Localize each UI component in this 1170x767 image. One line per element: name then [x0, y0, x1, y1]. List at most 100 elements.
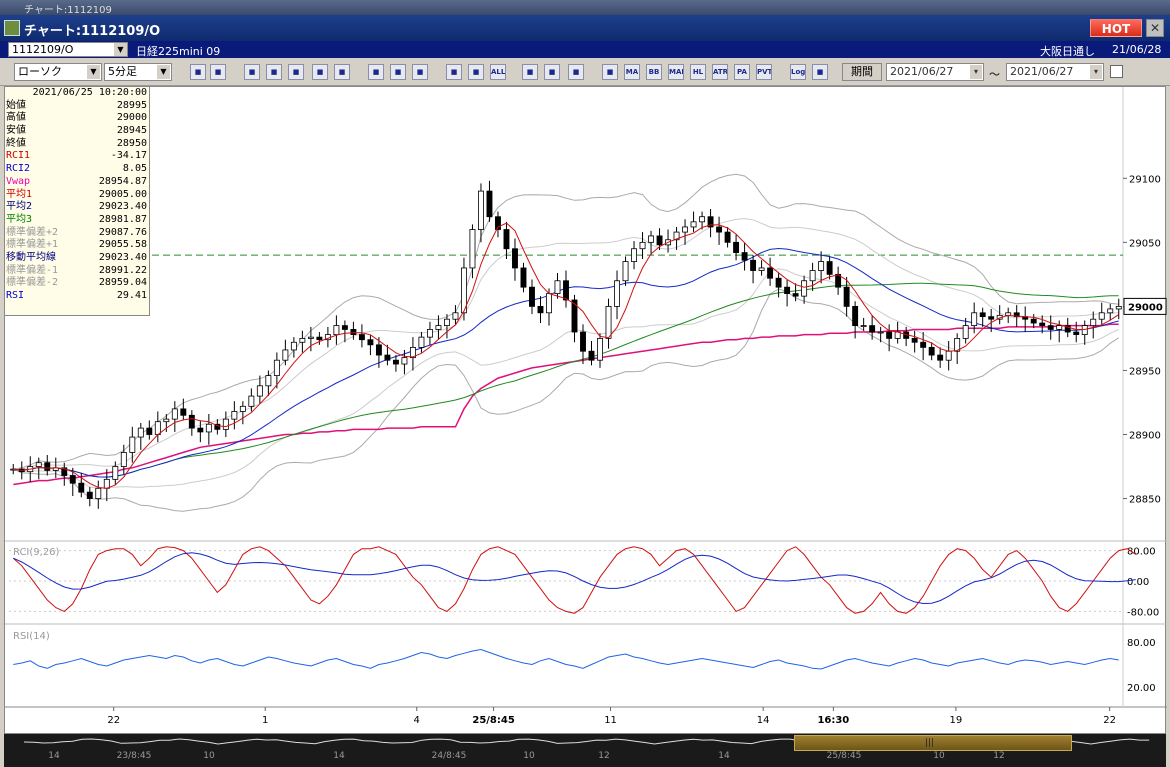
all-icon[interactable]: ALL [490, 64, 506, 80]
session-date: 21/06/28 [1112, 43, 1162, 56]
candle [988, 316, 995, 320]
symbol-name: 日経225mini 09 [136, 45, 221, 58]
x-tick-label: 25/8:45 [472, 715, 514, 726]
candle [886, 331, 893, 339]
candle [724, 231, 731, 243]
wrench-icon[interactable]: ■ [544, 64, 560, 80]
data-row-value: 29023.40 [98, 201, 147, 213]
rci-label: RCI(9,26) [13, 547, 60, 558]
atr-icon[interactable]: ATR [712, 64, 728, 80]
candle [869, 325, 876, 333]
data-row-label: 安値 [6, 125, 26, 137]
symbol-code: 1112109/O [12, 43, 74, 56]
data-row-value: 28959.04 [98, 277, 147, 289]
period-button[interactable]: 期間 [842, 63, 882, 81]
chart-type-select[interactable]: ローソク ▼ [14, 63, 102, 81]
bb-icon[interactable]: BB [646, 64, 662, 80]
navigation-scrollbar[interactable]: 14 23/8:45 10 14 24/8:45 10 12 14 25/8:45 10 12 ||… [4, 734, 1166, 767]
chevron-down-icon[interactable]: ▼ [114, 43, 127, 56]
pencil-icon[interactable]: ■ [368, 64, 384, 80]
price-tick-label: 28850 [1129, 495, 1161, 506]
candle [290, 341, 297, 351]
candle [469, 229, 476, 269]
hot-button[interactable]: HOT [1090, 19, 1142, 37]
date-from-field[interactable]: 2021/06/27 ▾ [886, 63, 984, 81]
bar-a-icon[interactable]: ■ [446, 64, 462, 80]
overview-tick-label: 12 [598, 751, 609, 761]
rsi-line [13, 648, 1119, 670]
candle [120, 452, 127, 467]
candle [648, 235, 654, 243]
rsi-tick-label: 80.00 [1127, 638, 1156, 649]
log-icon[interactable]: Log [790, 64, 806, 80]
zoom-icon[interactable]: ■ [190, 64, 206, 80]
data-row-value: 28954.87 [98, 175, 147, 187]
arrow-icon[interactable]: ■ [412, 64, 428, 80]
title-bar[interactable]: チャート:1112109/O HOT ✕ [0, 15, 1170, 41]
interval-select[interactable]: 5分足 ▼ [104, 63, 172, 81]
candle [384, 354, 391, 361]
symbol-select[interactable]: 1112109/O ▼ [8, 42, 128, 57]
chart-area[interactable]: 29100 29050 29000 28950 28900 28850 29000 RCI(9… [4, 86, 1167, 735]
data-row-label: 標準偏差-2 [6, 277, 59, 289]
candle [222, 418, 229, 430]
data-row-label: 移動平均線 [6, 251, 56, 263]
ma1-line [13, 222, 1119, 489]
data-row: 標準偏差-2 28959.04 [5, 277, 149, 290]
candle [1030, 318, 1037, 324]
candle [188, 414, 195, 429]
compare-icon[interactable]: ■ [288, 64, 304, 80]
navigation-thumb[interactable]: ||| [794, 735, 1072, 751]
data-row-value: 29023.40 [98, 251, 147, 263]
candle [690, 221, 697, 228]
rci-tick-label: 80.00 [1127, 547, 1156, 558]
pvt-icon[interactable]: PVT [756, 64, 772, 80]
candle-icon[interactable]: ■ [244, 64, 260, 80]
trend-icon[interactable]: ■ [266, 64, 282, 80]
calendar-icon[interactable]: ▾ [1090, 65, 1102, 79]
date-range-checkbox[interactable] [1110, 65, 1123, 78]
chevron-down-icon[interactable]: ▼ [87, 65, 100, 79]
calendar-icon[interactable]: ▾ [970, 65, 982, 79]
candle [605, 305, 612, 339]
mae-icon[interactable]: MAE [668, 64, 684, 80]
candle [35, 462, 42, 467]
candle [78, 482, 85, 493]
candle [554, 280, 561, 294]
hl-icon[interactable]: HL [690, 64, 706, 80]
x-tick-label: 22 [1103, 715, 1116, 726]
colors-icon[interactable]: ■ [312, 64, 328, 80]
overview-tick-label: 23/8:45 [117, 751, 152, 761]
close-button[interactable]: ✕ [1146, 19, 1164, 37]
pointer-icon[interactable]: ■ [390, 64, 406, 80]
palette-icon[interactable]: ■ [568, 64, 584, 80]
candle [95, 487, 102, 499]
candle [631, 248, 637, 262]
chart-canvas[interactable]: 29100 29050 29000 28950 28900 28850 29000 RCI(9… [5, 87, 1167, 735]
candle [1081, 325, 1088, 335]
gear-icon[interactable]: ■ [522, 64, 538, 80]
candle [273, 359, 280, 376]
data-row: 平均3 28981.87 [5, 214, 149, 227]
bar-b-icon[interactable]: ■ [468, 64, 484, 80]
outer-title-text: チャート:1112109 [24, 5, 112, 16]
cursor-icon[interactable]: ■ [210, 64, 226, 80]
candle [163, 418, 170, 423]
overview-tick-label: 10 [203, 751, 215, 761]
table-icon[interactable]: ■ [602, 64, 618, 80]
rci-tick-label: -80.00 [1127, 607, 1159, 618]
overview-tick-label: 14 [333, 751, 345, 761]
candle [358, 334, 365, 341]
para-icon[interactable]: PA [734, 64, 750, 80]
candle [205, 423, 212, 433]
chart-type-value: ローソク [18, 65, 62, 78]
fill-icon[interactable]: ■ [812, 64, 828, 80]
candle [154, 421, 161, 435]
data-row-label: 標準偏差-1 [6, 264, 59, 276]
chevron-down-icon[interactable]: ▼ [157, 65, 170, 79]
overview-tick-label: 25/8:45 [827, 751, 862, 761]
ma-icon[interactable]: MA [624, 64, 640, 80]
data-row: 終値 28950 [5, 138, 149, 151]
candle [401, 357, 408, 365]
date-to-field[interactable]: 2021/06/27 ▾ [1006, 63, 1104, 81]
